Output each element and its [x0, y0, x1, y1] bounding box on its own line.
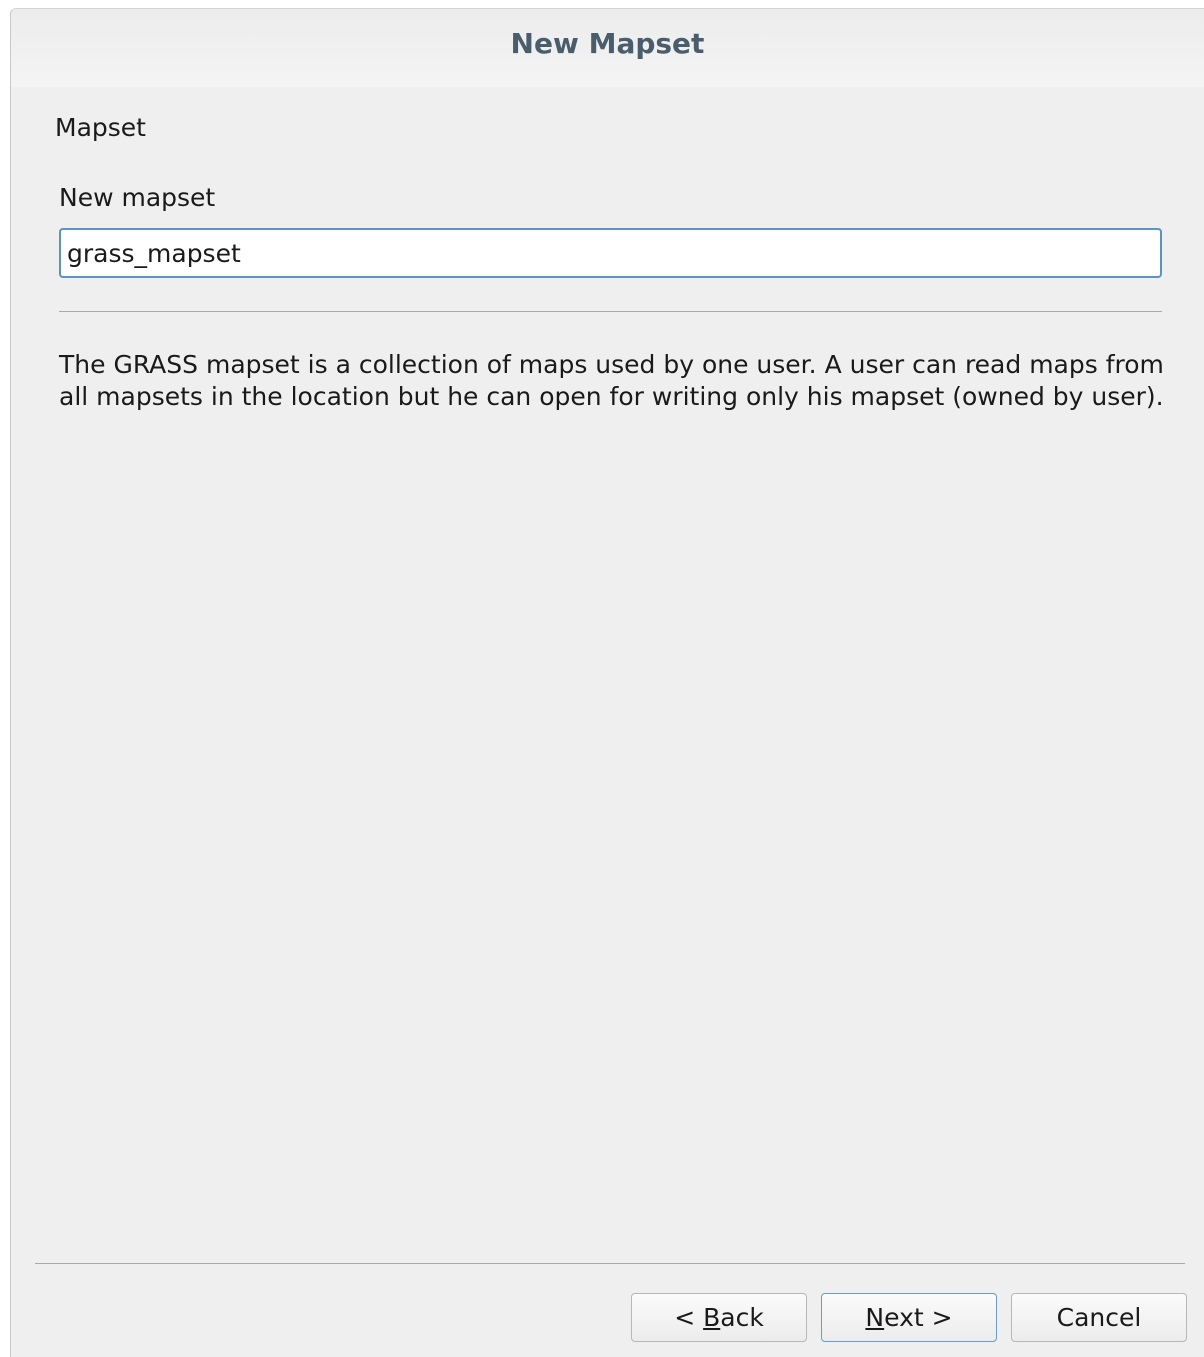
- back-prefix: <: [674, 1303, 704, 1332]
- next-mnemonic: N: [865, 1303, 885, 1332]
- cancel-button[interactable]: Cancel: [1011, 1293, 1187, 1342]
- new-mapset-dialog: New Mapset Mapset New mapset The GRASS m…: [10, 8, 1204, 1357]
- page-heading: Mapset: [55, 113, 146, 142]
- next-button[interactable]: Next >: [821, 1293, 997, 1342]
- back-mnemonic: B: [703, 1303, 721, 1332]
- button-bar-divider: [35, 1263, 1185, 1264]
- new-mapset-label: New mapset: [59, 183, 216, 212]
- back-rest: ack: [720, 1303, 764, 1332]
- back-button[interactable]: < Back: [631, 1293, 807, 1342]
- mapset-description: The GRASS mapset is a collection of maps…: [59, 350, 1164, 411]
- window-title: New Mapset: [510, 27, 705, 60]
- title-bar[interactable]: New Mapset: [11, 9, 1204, 87]
- mapset-name-input[interactable]: [59, 228, 1162, 278]
- divider: [59, 311, 1162, 312]
- next-rest: ext >: [884, 1303, 953, 1332]
